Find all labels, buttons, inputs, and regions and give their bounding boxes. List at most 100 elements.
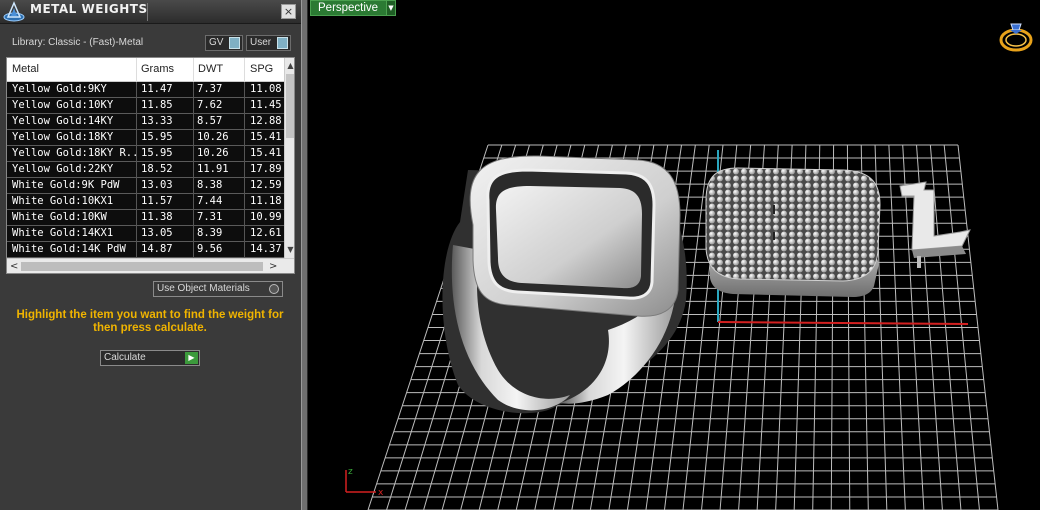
row-divider: [244, 162, 245, 178]
cell-dwt: 8.38: [197, 179, 223, 191]
table-row[interactable]: White Gold:10KW 11.38 7.31 10.99: [7, 210, 284, 226]
row-divider: [244, 98, 245, 114]
column-divider: [244, 58, 245, 82]
cell-spg: 17.89: [250, 163, 282, 175]
view-mode-label: Perspective: [318, 2, 379, 14]
table-row[interactable]: Yellow Gold:9KY 11.47 7.37 11.08: [7, 82, 284, 98]
column-header-spg[interactable]: SPG: [250, 63, 273, 75]
row-divider: [136, 226, 137, 242]
vertical-scrollbar[interactable]: ▲ ▼: [284, 58, 294, 258]
cell-dwt: 10.26: [197, 147, 229, 159]
row-divider: [136, 242, 137, 258]
x-axis-line: [717, 321, 969, 325]
row-divider: [244, 210, 245, 226]
cell-metal: Yellow Gold:10KY: [12, 99, 114, 111]
cell-grams: 18.52: [141, 163, 173, 175]
cell-metal: Yellow Gold:22KY: [12, 163, 114, 175]
3d-viewport[interactable]: L Perspective ▼ z x: [308, 0, 1040, 510]
table-row[interactable]: Yellow Gold:18KY 15.95 10.26 15.41: [7, 130, 284, 146]
toggle-knob-icon: [229, 37, 240, 49]
cell-metal: Yellow Gold:9KY: [12, 83, 107, 95]
cell-grams: 13.33: [141, 115, 173, 127]
cell-grams: 15.95: [141, 131, 173, 143]
pave-pendant-model[interactable]: [705, 167, 881, 297]
cell-metal: White Gold:14K PdW: [12, 243, 126, 255]
row-divider: [244, 178, 245, 194]
cell-grams: 11.57: [141, 195, 173, 207]
table-row[interactable]: Yellow Gold:22KY 18.52 11.91 17.89: [7, 162, 284, 178]
cell-metal: Yellow Gold:18KY R...: [12, 147, 136, 159]
row-divider: [136, 146, 137, 162]
row-divider: [244, 242, 245, 258]
cell-grams: 13.03: [141, 179, 173, 191]
cell-grams: 11.85: [141, 99, 173, 111]
scene-canvas: L: [367, 144, 999, 510]
scroll-thumb[interactable]: [286, 74, 294, 138]
row-divider: [193, 178, 194, 194]
cell-metal: White Gold:10KW: [12, 211, 107, 223]
table-row[interactable]: Yellow Gold:14KY 13.33 8.57 12.88: [7, 114, 284, 130]
ring-icon[interactable]: [996, 14, 1036, 54]
row-divider: [136, 82, 137, 98]
panel-splitter[interactable]: [301, 0, 308, 510]
table-row[interactable]: Yellow Gold:18KY R... 15.95 10.26 15.41: [7, 146, 284, 162]
gv-toggle-label: GV: [209, 37, 224, 48]
cell-dwt: 8.57: [197, 115, 223, 127]
axes-icon: z x: [345, 467, 384, 498]
scroll-down-icon[interactable]: ▼: [285, 244, 294, 256]
column-header-metal[interactable]: Metal: [12, 63, 39, 75]
use-object-materials-toggle[interactable]: Use Object Materials: [153, 281, 283, 297]
table-row[interactable]: White Gold:14K PdW 14.87 9.56 14.37: [7, 242, 284, 258]
radio-icon[interactable]: [269, 284, 279, 294]
metal-table: Metal Grams DWT SPG Yellow Gold:9KY 11.47…: [6, 57, 295, 274]
row-divider: [193, 194, 194, 210]
cell-spg: 12.59: [250, 179, 282, 191]
view-mode-dropdown[interactable]: Perspective ▼: [310, 0, 396, 16]
row-divider: [244, 146, 245, 162]
axis-z-label: z: [348, 467, 353, 477]
column-divider: [193, 58, 194, 82]
scroll-right-icon[interactable]: >: [269, 261, 277, 272]
row-divider: [136, 210, 137, 226]
cell-grams: 14.87: [141, 243, 173, 255]
table-body: Yellow Gold:9KY 11.47 7.37 11.08 Yellow Gol…: [7, 82, 284, 258]
row-divider: [136, 130, 137, 146]
cell-metal: Yellow Gold:14KY: [12, 115, 114, 127]
row-divider: [136, 178, 137, 194]
cell-dwt: 9.56: [197, 243, 223, 255]
cell-grams: 15.95: [141, 147, 173, 159]
cell-grams: 11.38: [141, 211, 173, 223]
signet-ring-model[interactable]: [442, 155, 687, 414]
cell-metal: White Gold:9K PdW: [12, 179, 120, 191]
horizontal-scrollbar[interactable]: < >: [7, 258, 294, 273]
scroll-up-icon[interactable]: ▲: [285, 60, 294, 72]
toggle-knob-icon: [277, 37, 288, 49]
table-row[interactable]: White Gold:9K PdW 13.03 8.38 12.59: [7, 178, 284, 194]
cell-grams: 13.05: [141, 227, 173, 239]
cell-spg: 15.41: [250, 131, 282, 143]
row-divider: [193, 226, 194, 242]
user-toggle[interactable]: User: [246, 35, 291, 51]
play-icon[interactable]: ▶: [185, 352, 198, 364]
gv-toggle[interactable]: GV: [205, 35, 243, 51]
close-icon[interactable]: ×: [281, 4, 296, 19]
dropdown-arrow-icon[interactable]: ▼: [386, 0, 396, 16]
column-header-grams[interactable]: Grams: [141, 63, 174, 75]
scroll-left-icon[interactable]: <: [10, 261, 18, 272]
row-divider: [244, 114, 245, 130]
cell-metal: Yellow Gold:18KY: [12, 131, 114, 143]
calculate-label: Calculate: [104, 352, 146, 363]
table-row[interactable]: Yellow Gold:10KY 11.85 7.62 11.45: [7, 98, 284, 114]
hscroll-thumb[interactable]: [21, 262, 263, 271]
cell-dwt: 7.31: [197, 211, 223, 223]
column-header-dwt[interactable]: DWT: [198, 63, 223, 75]
row-divider: [244, 226, 245, 242]
table-row[interactable]: White Gold:10KX1 11.57 7.44 11.18: [7, 194, 284, 210]
row-divider: [244, 82, 245, 98]
table-row[interactable]: White Gold:14KX1 13.05 8.39 12.61: [7, 226, 284, 242]
cell-spg: 14.37: [250, 243, 282, 255]
calculate-button[interactable]: Calculate ▶: [100, 350, 200, 366]
row-divider: [136, 114, 137, 130]
row-divider: [193, 82, 194, 98]
cell-spg: 11.08: [250, 83, 282, 95]
